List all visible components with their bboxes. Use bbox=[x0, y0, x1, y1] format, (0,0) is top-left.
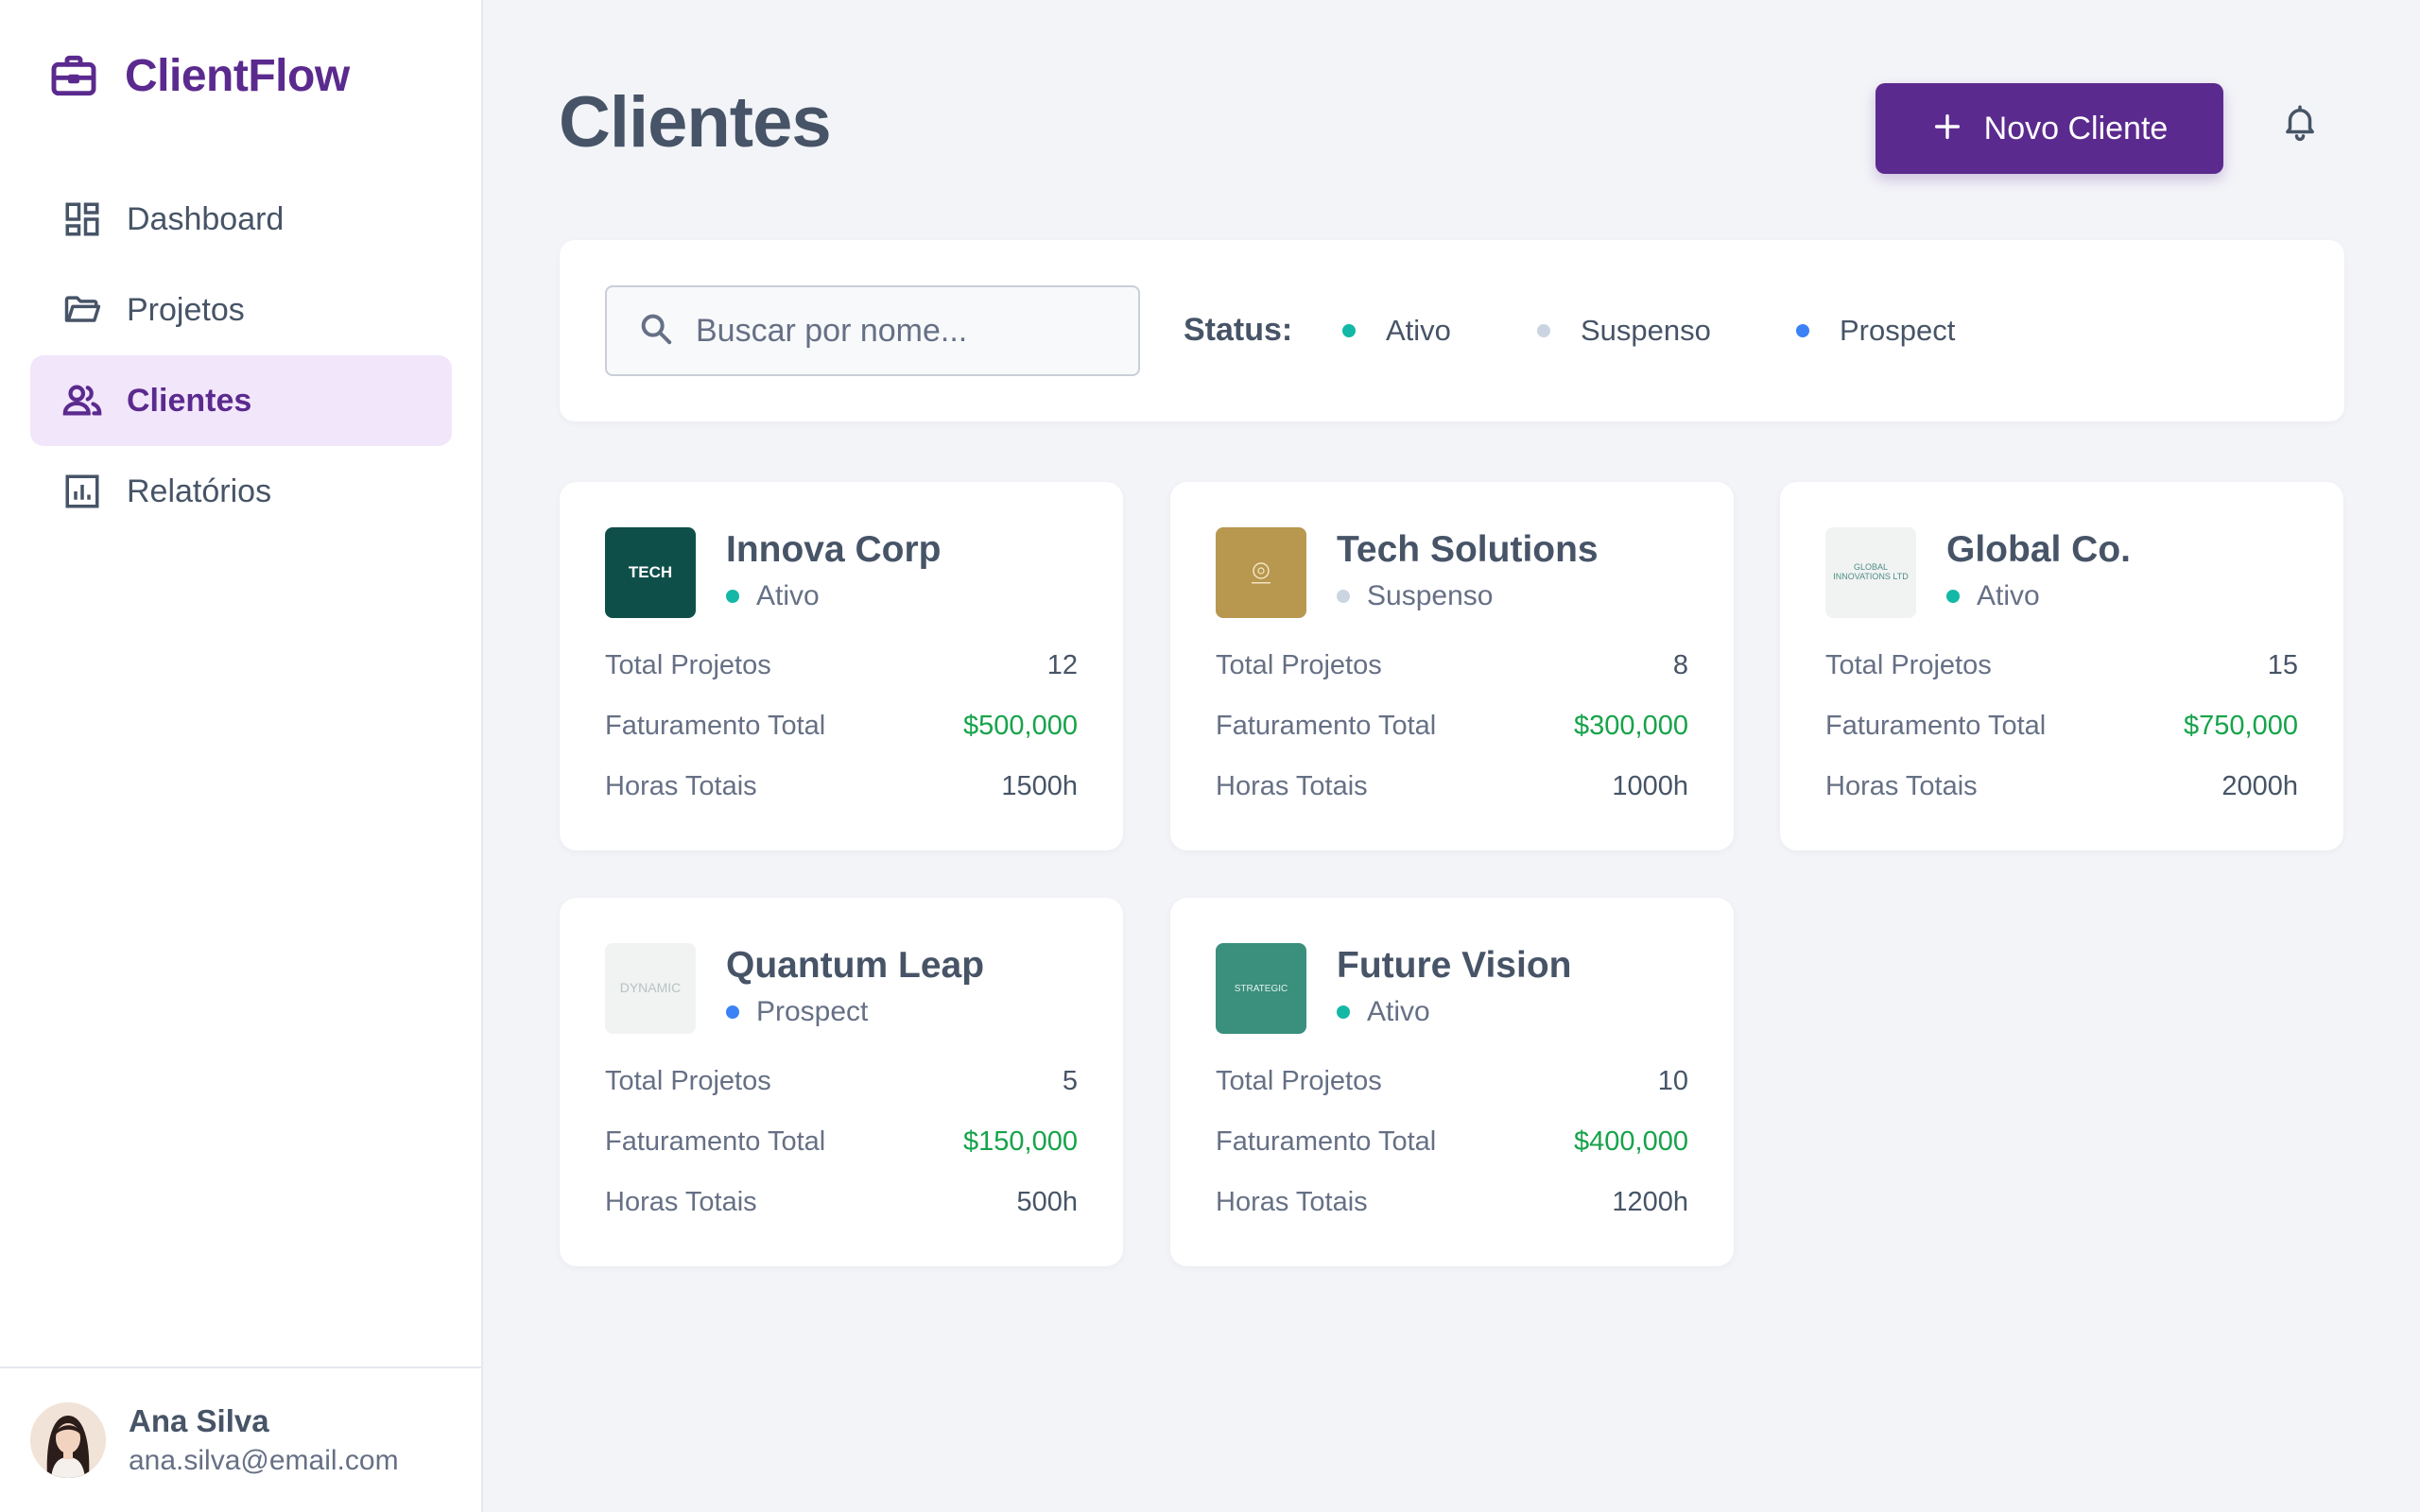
client-status-text: Suspenso bbox=[1367, 580, 1494, 611]
client-status: Ativo bbox=[726, 580, 820, 612]
status-dot bbox=[726, 1005, 739, 1019]
client-logo bbox=[1216, 527, 1306, 618]
user-name: Ana Silva bbox=[129, 1403, 269, 1438]
stat-revenue: Faturamento Total $500,000 bbox=[605, 711, 1078, 741]
search-box[interactable] bbox=[605, 285, 1140, 376]
stat-revenue: Faturamento Total $150,000 bbox=[605, 1126, 1078, 1157]
client-status: Ativo bbox=[1946, 580, 2040, 612]
sidebar-nav: Dashboard Projetos Clientes Relatórios bbox=[30, 174, 452, 537]
brand[interactable]: ClientFlow bbox=[47, 49, 350, 102]
bell-icon[interactable] bbox=[2276, 98, 2324, 146]
stat-projects: Total Projetos 12 bbox=[605, 650, 1078, 680]
sidebar-item-clientes[interactable]: Clientes bbox=[30, 355, 452, 446]
new-client-label: Novo Cliente bbox=[1983, 110, 2169, 146]
users-icon bbox=[60, 379, 104, 422]
client-status-text: Prospect bbox=[756, 996, 869, 1027]
client-card-future-vision[interactable]: STRATEGIC Future Vision Ativo Total Proj… bbox=[1170, 898, 1734, 1266]
status-filter-suspenso[interactable]: Suspenso bbox=[1537, 314, 1711, 348]
stat-revenue: Faturamento Total $400,000 bbox=[1216, 1126, 1688, 1157]
search-icon bbox=[637, 310, 675, 352]
client-status: Ativo bbox=[1337, 996, 1430, 1028]
status-filter-label-text: Suspenso bbox=[1581, 314, 1711, 347]
client-card-quantum-leap[interactable]: DYNAMIC Quantum Leap Prospect Total Proj… bbox=[560, 898, 1123, 1266]
stat-projects: Total Projetos 8 bbox=[1216, 650, 1688, 680]
status-filter-prospect[interactable]: Prospect bbox=[1796, 314, 1955, 348]
stat-revenue: Faturamento Total $300,000 bbox=[1216, 711, 1688, 741]
client-status-text: Ativo bbox=[1977, 580, 2040, 611]
status-dot bbox=[1537, 324, 1550, 337]
client-logo: GLOBAL INNOVATIONS LTD bbox=[1825, 527, 1916, 618]
client-status-text: Ativo bbox=[1367, 996, 1430, 1027]
client-card-innova-corp[interactable]: TECH Innova Corp Ativo Total Projetos 12 … bbox=[560, 482, 1123, 850]
stat-hours: Horas Totais 2000h bbox=[1825, 771, 2298, 801]
status-filter-ativo[interactable]: Ativo bbox=[1342, 314, 1451, 348]
sidebar-item-label: Dashboard bbox=[127, 200, 285, 237]
stat-hours: Horas Totais 1000h bbox=[1216, 771, 1688, 801]
folder-icon bbox=[60, 288, 104, 332]
sidebar-item-projetos[interactable]: Projetos bbox=[30, 265, 452, 355]
client-name: Quantum Leap bbox=[726, 945, 985, 986]
stat-projects: Total Projetos 15 bbox=[1825, 650, 2298, 680]
client-name: Future Vision bbox=[1337, 945, 1572, 986]
client-logo: STRATEGIC bbox=[1216, 943, 1306, 1034]
sidebar-item-label: Relatórios bbox=[127, 472, 272, 509]
status-dot bbox=[1337, 1005, 1350, 1019]
search-input[interactable] bbox=[696, 312, 1112, 350]
chart-icon bbox=[60, 470, 104, 513]
client-card-tech-solutions[interactable]: Tech Solutions Suspenso Total Projetos 8 … bbox=[1170, 482, 1734, 850]
stat-revenue: Faturamento Total $750,000 bbox=[1825, 711, 2298, 741]
status-filter-label-text: Ativo bbox=[1386, 314, 1451, 347]
new-client-button[interactable]: Novo Cliente bbox=[1876, 83, 2223, 174]
user-profile[interactable]: Ana Silva ana.silva@email.com bbox=[0, 1366, 481, 1512]
stat-hours: Horas Totais 1500h bbox=[605, 771, 1078, 801]
status-dot bbox=[726, 590, 739, 603]
sidebar-item-dashboard[interactable]: Dashboard bbox=[30, 174, 452, 265]
avatar bbox=[30, 1402, 106, 1478]
sidebar-item-label: Projetos bbox=[127, 291, 245, 328]
client-name: Innova Corp bbox=[726, 529, 942, 570]
client-name: Global Co. bbox=[1946, 529, 2131, 570]
page-title: Clientes bbox=[559, 82, 832, 163]
briefcase-icon bbox=[47, 49, 100, 102]
sidebar-item-label: Clientes bbox=[127, 382, 252, 419]
status-filter-label: Status: bbox=[1184, 312, 1293, 348]
stat-hours: Horas Totais 1200h bbox=[1216, 1187, 1688, 1217]
sidebar: ClientFlow Dashboard Projetos Clientes R… bbox=[0, 0, 483, 1512]
user-email: ana.silva@email.com bbox=[129, 1445, 399, 1476]
client-status: Suspenso bbox=[1337, 580, 1493, 612]
status-dot bbox=[1342, 324, 1356, 337]
client-card-global-co[interactable]: GLOBAL INNOVATIONS LTD Global Co. Ativo … bbox=[1780, 482, 2343, 850]
filter-bar: Status: Ativo Suspenso Prospect bbox=[560, 240, 2344, 421]
dashboard-icon bbox=[60, 198, 104, 241]
stat-hours: Horas Totais 500h bbox=[605, 1187, 1078, 1217]
status-dot bbox=[1946, 590, 1960, 603]
client-status: Prospect bbox=[726, 996, 868, 1028]
client-name: Tech Solutions bbox=[1337, 529, 1599, 570]
plus-icon bbox=[1931, 106, 1963, 151]
status-dot bbox=[1337, 590, 1350, 603]
sidebar-item-relatorios[interactable]: Relatórios bbox=[30, 446, 452, 537]
stat-projects: Total Projetos 10 bbox=[1216, 1066, 1688, 1096]
stat-projects: Total Projetos 5 bbox=[605, 1066, 1078, 1096]
client-logo: TECH bbox=[605, 527, 696, 618]
app-name: ClientFlow bbox=[125, 50, 350, 101]
client-status-text: Ativo bbox=[756, 580, 820, 611]
client-logo: DYNAMIC bbox=[605, 943, 696, 1034]
status-dot bbox=[1796, 324, 1809, 337]
status-filter-label-text: Prospect bbox=[1840, 314, 1956, 347]
